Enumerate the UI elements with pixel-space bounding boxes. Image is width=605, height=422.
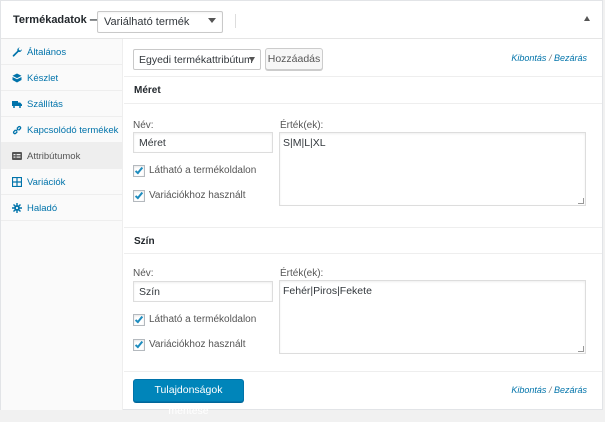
name-label: Név: <box>133 120 154 131</box>
expand-all-link[interactable]: Kibontás <box>511 385 546 395</box>
attribute-values-textarea[interactable]: S|M|L|XL <box>279 132 586 206</box>
sidebar-item-variations[interactable]: Variációk <box>1 169 122 195</box>
product-type-value: Variálható termék <box>104 16 190 28</box>
link-separator: / <box>548 53 552 63</box>
used-for-variations-checkbox[interactable] <box>133 339 145 351</box>
link-separator: / <box>548 385 552 395</box>
close-all-link[interactable]: Bezárás <box>554 385 587 395</box>
header-divider <box>235 14 236 28</box>
sidebar-item-inventory[interactable]: Készlet <box>1 65 122 91</box>
name-label: Név: <box>133 268 154 279</box>
visible-on-product-page-checkbox[interactable] <box>133 165 145 177</box>
collapse-toggle-icon[interactable] <box>584 16 590 21</box>
visible-on-product-page-label: Látható a termékoldalon <box>149 314 257 325</box>
used-for-variations-checkbox[interactable] <box>133 190 145 202</box>
attribute-header[interactable]: Szín <box>124 227 602 254</box>
values-label: Érték(ek): <box>280 120 324 131</box>
expand-close-links: Kibontás / Bezárás <box>511 53 587 63</box>
add-attribute-button[interactable]: Hozzáadás <box>265 48 323 70</box>
visible-on-product-page-label: Látható a termékoldalon <box>149 165 257 176</box>
resize-grip-icon[interactable] <box>578 346 584 352</box>
product-data-tabs: Általános Készlet Szállítás Kapcsolódó t… <box>1 39 123 410</box>
gear-icon <box>12 203 22 213</box>
attributes-toolbar: Egyedi termékattribútum Hozzáadás Kibont… <box>124 39 602 77</box>
attributes-footer: Tulajdonságok mentése Kibontás / Bezárás <box>124 371 602 417</box>
sidebar-item-label: Attribútumok <box>27 151 81 162</box>
sidebar-item-linked-products[interactable]: Kapcsolódó termékek <box>1 117 122 143</box>
truck-icon <box>12 101 22 108</box>
attribute-name-value: Méret <box>139 137 166 149</box>
attribute-name-value: Szín <box>139 286 161 298</box>
used-for-variations-label: Variációkhoz használt <box>149 190 246 201</box>
sidebar-item-advanced[interactable]: Haladó <box>1 195 122 221</box>
attribute-values-text: Fehér|Piros|Fekete <box>283 285 372 297</box>
values-label: Érték(ek): <box>280 268 324 279</box>
link-icon <box>12 125 22 135</box>
visible-on-product-page-checkbox[interactable] <box>133 314 145 326</box>
sidebar-item-label: Szállítás <box>27 99 63 110</box>
panel-header: Termékadatok — Variálható termék <box>1 1 602 39</box>
attribute-values-textarea[interactable]: Fehér|Piros|Fekete <box>279 280 586 354</box>
sidebar-item-label: Variációk <box>27 177 66 188</box>
expand-all-link[interactable]: Kibontás <box>511 53 546 63</box>
attribute-header[interactable]: Méret <box>124 77 602 104</box>
attribute-select-value: Egyedi termékattribútum <box>139 54 253 66</box>
sidebar-item-attributes[interactable]: Attribútumok <box>1 143 122 169</box>
product-data-panel: Termékadatok — Variálható termék Általán… <box>0 0 603 417</box>
attribute-title: Méret <box>134 85 161 96</box>
attribute-name-input[interactable]: Méret <box>133 132 273 153</box>
attributes-icon <box>12 152 22 160</box>
sidebar-item-label: Általános <box>27 47 67 58</box>
checkmark-icon <box>134 314 144 324</box>
expand-close-links: Kibontás / Bezárás <box>511 385 587 395</box>
save-attributes-button[interactable]: Tulajdonságok mentése <box>133 379 244 417</box>
attribute-title: Szín <box>134 236 155 247</box>
attribute-name-input[interactable]: Szín <box>133 281 273 302</box>
checkmark-icon <box>134 339 144 349</box>
sidebar-item-label: Kapcsolódó termékek <box>27 125 119 136</box>
chevron-down-icon <box>208 18 216 23</box>
product-type-select[interactable]: Variálható termék <box>97 11 223 33</box>
sidebar-item-label: Haladó <box>27 203 58 214</box>
checkmark-icon <box>134 165 144 175</box>
wrench-icon <box>12 47 22 57</box>
checkmark-icon <box>134 190 144 200</box>
attributes-panel: Egyedi termékattribútum Hozzáadás Kibont… <box>124 39 602 417</box>
grid-icon <box>12 177 22 187</box>
inventory-icon <box>12 73 22 83</box>
close-all-link[interactable]: Bezárás <box>554 53 587 63</box>
attribute-taxonomy-select[interactable]: Egyedi termékattribútum <box>133 49 261 70</box>
used-for-variations-label: Variációkhoz használt <box>149 339 246 350</box>
resize-grip-icon[interactable] <box>578 198 584 204</box>
chevron-down-icon <box>249 57 255 62</box>
sidebar-item-general[interactable]: Általános <box>1 39 122 65</box>
panel-title: Termékadatok — <box>13 14 101 26</box>
attribute-values-text: S|M|L|XL <box>283 137 326 149</box>
sidebar-item-shipping[interactable]: Szállítás <box>1 91 122 117</box>
sidebar-item-label: Készlet <box>27 73 59 84</box>
